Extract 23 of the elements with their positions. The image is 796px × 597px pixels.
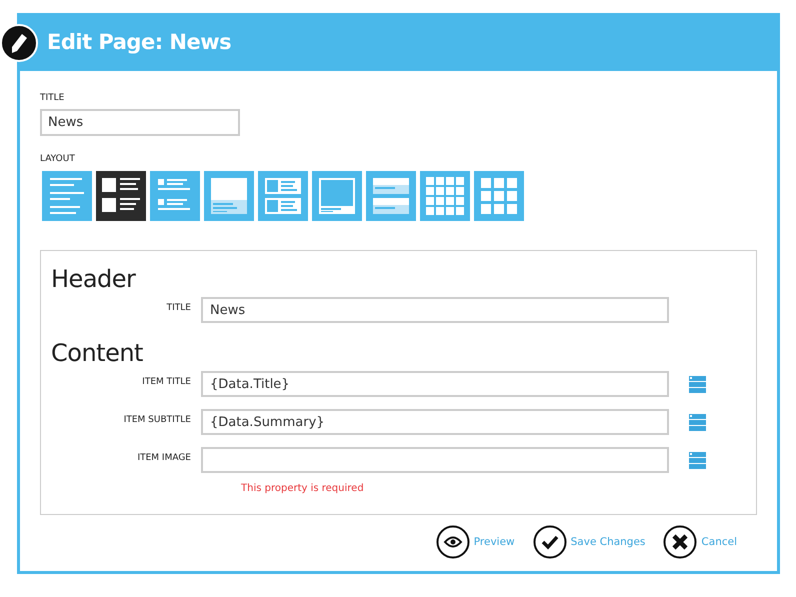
field-label: TITLE (166, 302, 191, 313)
input-field[interactable]: News (201, 297, 669, 323)
input-field[interactable] (201, 447, 669, 473)
checkmark-icon (532, 525, 567, 559)
data-binding-icon[interactable] (689, 414, 706, 430)
close-icon (663, 525, 698, 559)
pencil-icon (0, 24, 38, 62)
field-label: TITLE (40, 93, 66, 103)
dialog-title: Edit Page: News (47, 30, 232, 54)
section-heading: Content (51, 338, 144, 369)
field-label: ITEM TITLE (141, 376, 191, 387)
section-heading: Header (51, 264, 137, 295)
eye-icon (436, 525, 470, 559)
field-label: ITEM IMAGE (136, 452, 191, 463)
data-binding-icon[interactable] (689, 452, 706, 468)
field-label: LAYOUT (40, 154, 76, 164)
layout-option[interactable] (96, 171, 146, 221)
title-field[interactable]: News (40, 109, 240, 136)
error-message: This property is required (241, 483, 365, 494)
data-binding-icon[interactable] (689, 376, 706, 392)
field-label: ITEM SUBTITLE (122, 414, 191, 425)
input-field[interactable]: {Data.Summary} (201, 409, 669, 435)
input-field[interactable]: {Data.Title} (201, 371, 669, 397)
